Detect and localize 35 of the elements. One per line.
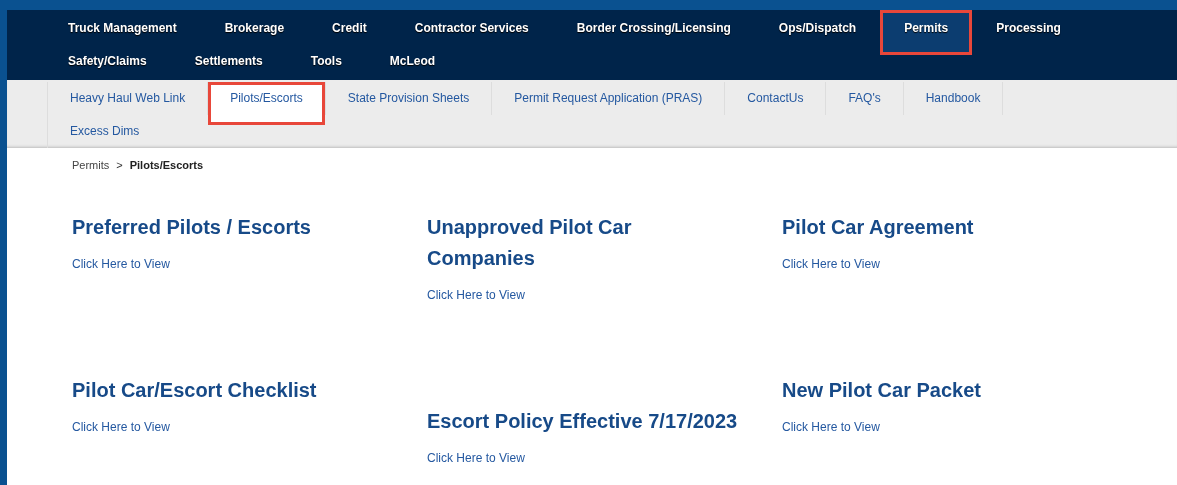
subnav-tab[interactable]: Permit Request Application (PRAS) bbox=[492, 82, 725, 115]
section-heading: Escort Policy Effective 7/17/2023 bbox=[427, 409, 739, 434]
section-heading: New Pilot Car Packet bbox=[782, 378, 982, 403]
nav-tab[interactable]: Credit bbox=[308, 10, 391, 46]
nav-tab[interactable]: Border Crossing/Licensing bbox=[552, 10, 755, 46]
subnav-tab[interactable]: Heavy Haul Web Link bbox=[48, 82, 208, 115]
breadcrumb-current: Pilots/Escorts bbox=[129, 159, 204, 171]
section-heading: Preferred Pilots / Escorts bbox=[72, 215, 312, 240]
nav-tab[interactable]: Ops/Dispatch bbox=[754, 10, 881, 46]
section-heading: Pilot Car/Escort Checklist bbox=[72, 378, 318, 403]
nav-tab[interactable]: Permits bbox=[880, 10, 973, 55]
section-heading: Unapproved Pilot Car Companies bbox=[427, 215, 633, 271]
nav-tab[interactable]: Brokerage bbox=[200, 10, 309, 46]
nav-tab[interactable]: McLeod bbox=[365, 46, 460, 80]
view-link[interactable]: Click Here to View bbox=[427, 451, 525, 465]
subnav-tab[interactable]: Excess Dims bbox=[48, 115, 162, 148]
nav-tab[interactable]: Truck Management bbox=[44, 10, 201, 46]
view-link[interactable]: Click Here to View bbox=[427, 288, 525, 302]
subnav-tab[interactable]: State Provision Sheets bbox=[325, 82, 492, 115]
view-link[interactable]: Click Here to View bbox=[782, 420, 880, 434]
breadcrumb-separator: > bbox=[116, 159, 123, 171]
nav-tab[interactable]: Contractor Services bbox=[390, 10, 553, 46]
subnav-tab[interactable]: FAQ's bbox=[826, 82, 903, 115]
subnav-tab[interactable]: Pilots/Escorts bbox=[208, 82, 325, 125]
subnav-tab[interactable]: Handbook bbox=[903, 82, 1003, 115]
nav-tab[interactable]: Safety/Claims bbox=[44, 46, 171, 80]
view-link[interactable]: Click Here to View bbox=[782, 257, 880, 271]
view-link[interactable]: Click Here to View bbox=[72, 420, 170, 434]
nav-tab[interactable]: Processing bbox=[972, 10, 1085, 46]
view-link[interactable]: Click Here to View bbox=[72, 257, 170, 271]
section-heading: Pilot Car Agreement bbox=[782, 215, 975, 240]
subnav-tab[interactable]: ContactUs bbox=[725, 82, 826, 115]
nav-tab[interactable]: Settlements bbox=[170, 46, 287, 80]
nav-tab[interactable]: Tools bbox=[286, 46, 366, 80]
breadcrumb-link[interactable]: Permits bbox=[72, 159, 110, 171]
